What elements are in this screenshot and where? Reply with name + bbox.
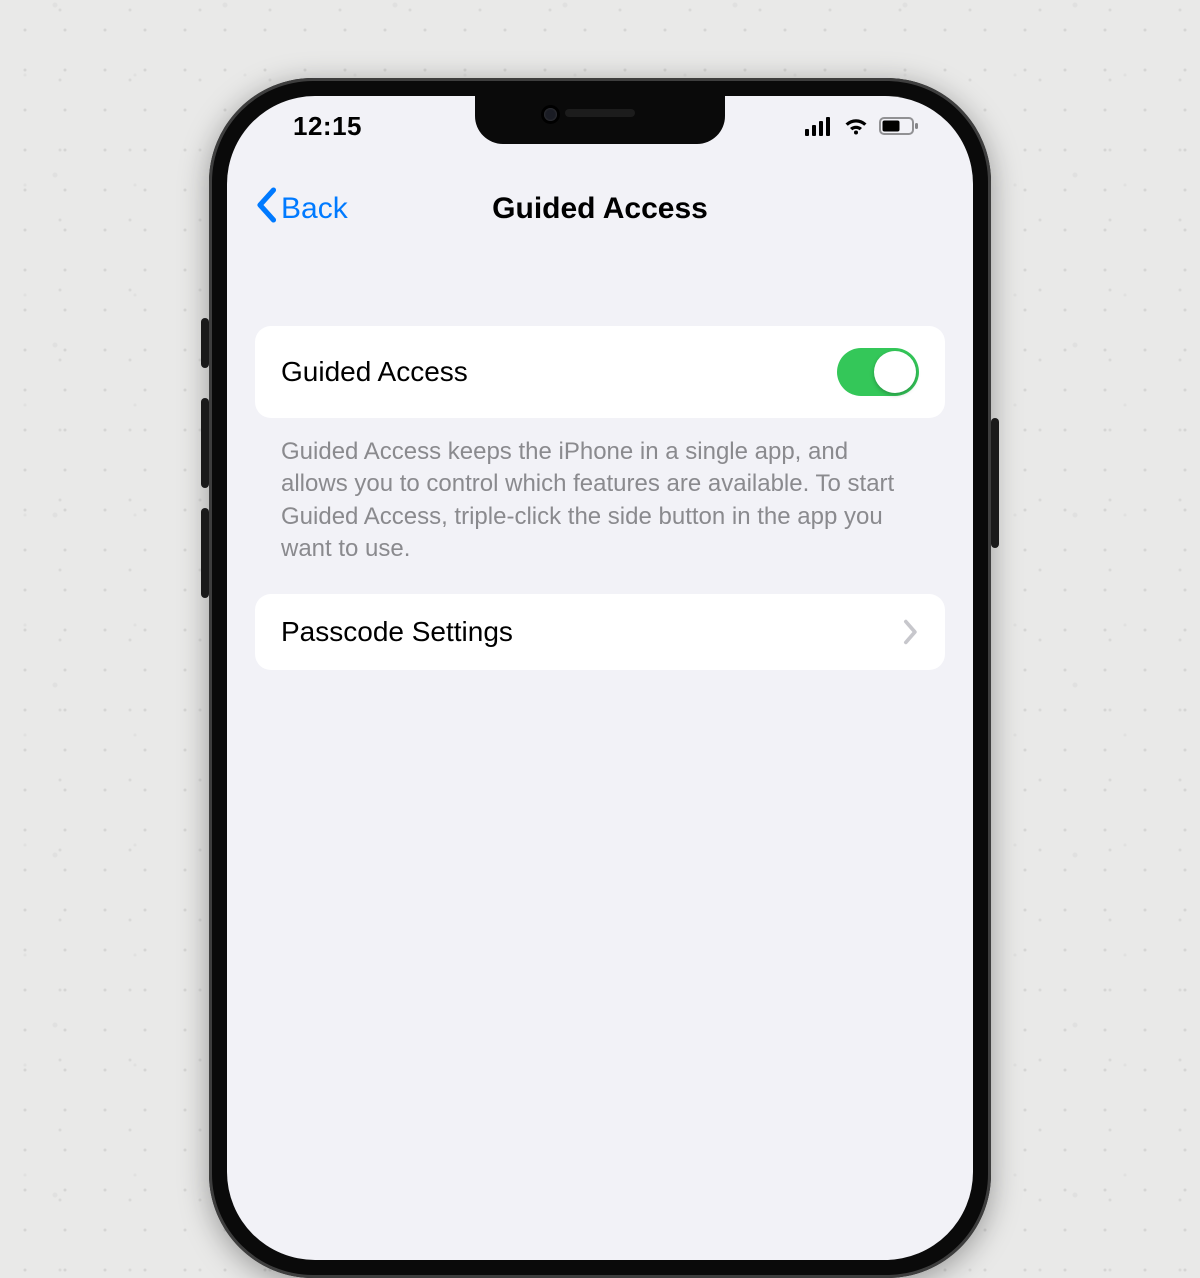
back-button[interactable]: Back [255,187,348,231]
notch [475,96,725,144]
silence-switch [201,318,209,368]
cellular-icon [805,116,833,136]
guided-access-toggle-row: Guided Access [255,326,945,418]
passcode-settings-label: Passcode Settings [281,616,513,648]
nav-bar: Back Guided Access [227,192,973,226]
guided-access-description: Guided Access keeps the iPhone in a sing… [255,418,945,594]
power-button [991,418,999,548]
status-time: 12:15 [267,111,362,142]
toggle-knob [874,351,916,393]
front-camera [544,108,557,121]
chevron-left-icon [255,187,277,231]
page-title: Guided Access [492,192,708,226]
guided-access-toggle[interactable] [837,348,919,396]
screen: 12:15 [227,96,973,1260]
speaker-grille [565,109,635,117]
phone-frame: 12:15 [209,78,991,1278]
guided-access-toggle-label: Guided Access [281,356,468,388]
volume-up-button [201,398,209,488]
passcode-settings-row[interactable]: Passcode Settings [255,594,945,670]
volume-down-button [201,508,209,598]
back-label: Back [281,192,348,226]
wifi-icon [842,116,870,136]
chevron-right-icon [903,619,919,645]
battery-icon [879,116,919,136]
status-icons [805,116,933,136]
content: Guided Access Guided Access keeps the iP… [227,326,973,670]
